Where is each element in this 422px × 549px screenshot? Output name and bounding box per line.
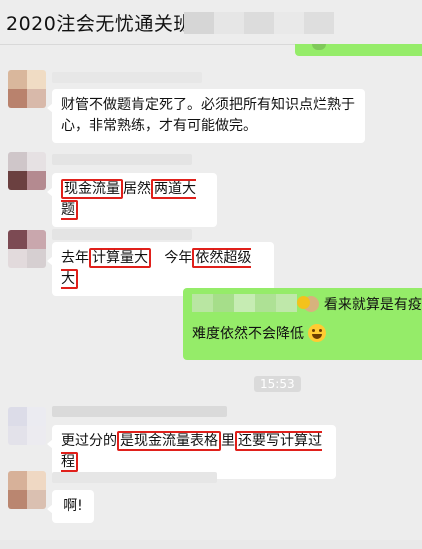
avatar[interactable]	[8, 230, 46, 268]
highlight-box: 计算量大	[89, 248, 151, 268]
message-bubble[interactable]: 啊!	[47, 490, 94, 523]
avatar[interactable]	[8, 471, 46, 509]
avatar[interactable]	[8, 407, 46, 445]
mention-mosaic	[192, 294, 297, 312]
timestamp: 15:53	[254, 376, 301, 392]
sender-name	[52, 472, 217, 483]
message-text: 去年	[61, 250, 89, 266]
laughing-emoji-icon	[308, 324, 326, 342]
sender-name	[52, 406, 227, 417]
message-text: 居然	[123, 181, 151, 197]
message-bubble[interactable]: 现金流量 居然 两道大题	[47, 173, 217, 227]
avatar[interactable]	[8, 152, 46, 190]
message-text: 里	[221, 433, 235, 449]
message-bubble[interactable]: 财管不做题肯定死了。必须把所有知识点烂熟于心，非常熟练，才有可能做完。	[47, 89, 365, 143]
message-text: 难度依然不会降低	[192, 326, 304, 342]
message-text: 更过分的	[61, 433, 117, 449]
message-text: 看来就算是有疫情	[323, 297, 422, 313]
chat-header: 2020注会无忧通关班	[0, 0, 422, 45]
title-mosaic	[184, 12, 334, 34]
message-text: 啊!	[63, 498, 83, 514]
gold-icon	[297, 296, 310, 309]
highlight-box: 现金流量	[61, 179, 123, 199]
sender-name	[52, 154, 192, 165]
message-text: 财管不做题肯定死了。必须把所有知识点烂熟于心，非常熟练，才有可能做完。	[61, 97, 355, 134]
message-bubble[interactable]: 更过分的 是现金流量表格里还要写计算过程	[47, 425, 336, 479]
bottom-divider	[0, 540, 422, 549]
avatar[interactable]	[8, 70, 46, 108]
chat-title: 2020注会无忧通关班	[6, 13, 193, 35]
sender-name	[52, 72, 202, 83]
highlight-box: 是现金流量表格	[117, 431, 221, 451]
message-text: 今年	[151, 250, 193, 266]
sender-name	[52, 229, 192, 240]
